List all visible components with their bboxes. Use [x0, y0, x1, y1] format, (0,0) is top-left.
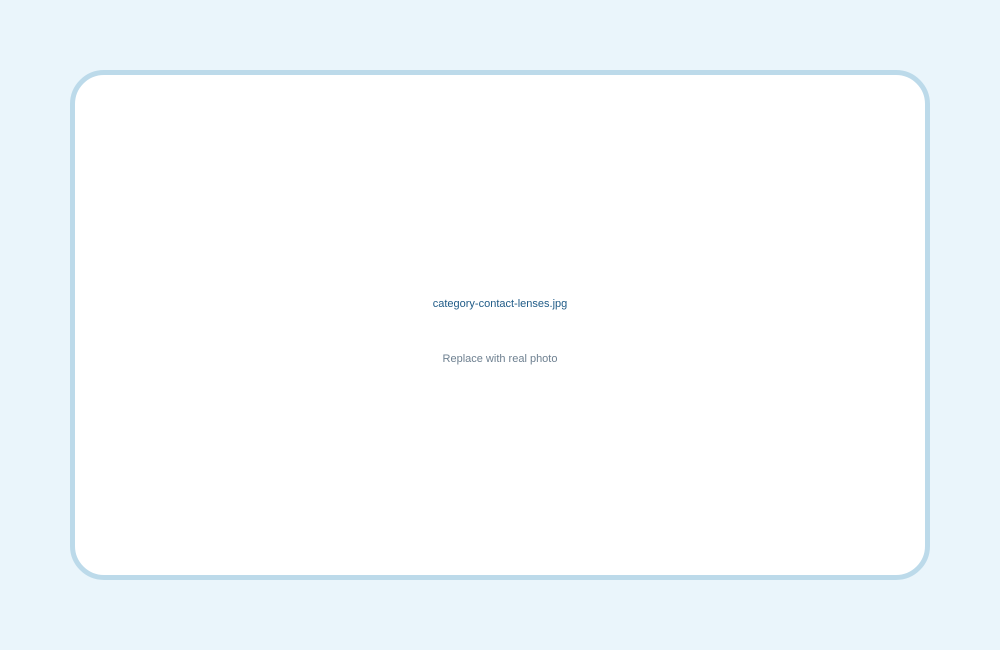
placeholder-filename: category-contact-lenses.jpg [432, 298, 568, 310]
page: category-contact-lenses.jpg Replace with… [0, 0, 1000, 650]
placeholder-hint: Replace with real photo [442, 353, 558, 365]
image-placeholder-card: category-contact-lenses.jpg Replace with… [70, 70, 930, 580]
